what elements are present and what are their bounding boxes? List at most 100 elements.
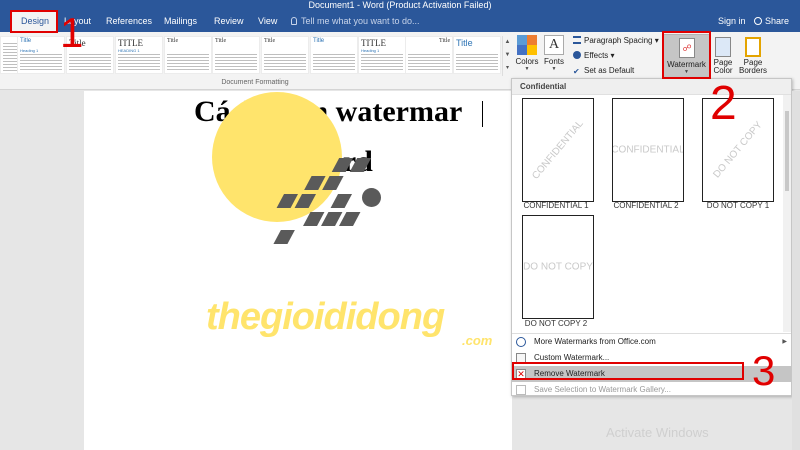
menu-label: Save Selection to Watermark Gallery...	[534, 385, 671, 394]
annotation-step-1: 1	[60, 9, 84, 56]
watermark-preview-text: CONFIDENTIAL	[530, 118, 586, 182]
share-button[interactable]: Share	[754, 10, 789, 32]
scrollbar-thumb[interactable]	[785, 111, 789, 191]
person-icon	[754, 17, 762, 25]
thumb-title: Title	[215, 38, 227, 44]
scroll-up-icon[interactable]: ▲	[503, 36, 512, 49]
paragraph-spacing-button[interactable]: Paragraph Spacing ▾	[573, 34, 659, 47]
thumb-lines	[20, 54, 62, 72]
title-bar: Document1 - Word (Product Activation Fai…	[0, 0, 800, 10]
style-thumb[interactable]: Title	[310, 36, 358, 74]
annotation-step-3: 3	[752, 347, 776, 394]
thumb-title: TITLE	[361, 38, 386, 48]
page-color-button[interactable]: Page Color	[710, 34, 736, 78]
thumb-lines	[264, 54, 306, 72]
annotation-box-watermark	[662, 31, 711, 79]
thumb-title: Title	[264, 38, 276, 44]
style-thumb[interactable]: Title Heading 1	[17, 36, 65, 74]
thumb-lines	[408, 54, 450, 72]
style-thumb[interactable]: Title	[453, 36, 501, 74]
chevron-down-icon: ▼	[551, 66, 557, 72]
annotation-box-remove	[512, 362, 744, 380]
watermark-option-confidential-1[interactable]: CONFIDENTIAL	[522, 98, 594, 202]
dropdown-scrollbar[interactable]	[783, 95, 791, 332]
menu-more-watermarks[interactable]: More Watermarks from Office.com ▶	[512, 334, 791, 350]
effects-icon	[573, 51, 581, 59]
thumb-heading: HEADING 1	[118, 48, 140, 53]
effects-label: Effects	[584, 51, 609, 60]
word-window: Document1 - Word (Product Activation Fai…	[0, 0, 800, 450]
logo-suffix: .com	[462, 333, 493, 348]
page-borders-button[interactable]: Page Borders	[737, 34, 769, 78]
checkmark-icon: ✔	[573, 67, 580, 76]
style-thumb[interactable]: Title	[261, 36, 309, 74]
page-borders-label: Page Borders	[737, 59, 769, 75]
page-color-icon	[715, 37, 731, 57]
thumb-lines	[167, 54, 209, 72]
paragraph-spacing-icon	[573, 36, 581, 44]
sign-in-link[interactable]: Sign in	[718, 10, 746, 32]
set-as-default-button[interactable]: ✔ Set as Default	[573, 64, 634, 77]
page-borders-line2: Borders	[738, 66, 767, 75]
annotation-box-design	[10, 10, 58, 33]
fonts-label: Fonts	[543, 57, 564, 66]
page-color-line2: Color	[713, 66, 733, 75]
colors-label: Colors	[515, 57, 539, 66]
tab-review[interactable]: Review	[214, 10, 244, 32]
thumb-title: TITLE	[118, 38, 143, 48]
group-label: Document Formatting	[221, 79, 289, 86]
menu-save-selection: Save Selection to Watermark Gallery...	[512, 382, 791, 396]
tab-view[interactable]: View	[258, 10, 277, 32]
watermark-option-confidential-2[interactable]: CONFIDENTIAL	[612, 98, 684, 202]
watermark-option-label: DO NOT COPY 2	[524, 319, 588, 328]
font-icon: A	[544, 35, 564, 55]
annotation-step-2: 2	[710, 77, 737, 130]
chevron-down-icon: ▼	[524, 66, 530, 72]
share-label: Share	[765, 16, 790, 26]
style-thumb[interactable]: TITLE HEADING 1	[115, 36, 163, 74]
thumb-title: Title	[167, 38, 179, 44]
style-thumb[interactable]: Title	[405, 36, 453, 74]
watermark-option-label: CONFIDENTIAL 2	[613, 201, 679, 210]
logo-text: thegioididong	[206, 296, 445, 338]
logo-dot	[362, 188, 381, 207]
chevron-right-icon: ▶	[782, 339, 787, 345]
globe-icon	[516, 337, 526, 347]
effects-button[interactable]: Effects ▾	[573, 49, 615, 62]
logo-mark-icon	[273, 158, 372, 244]
watermark-dropdown: Confidential CONFIDENTIAL CONFIDENTIAL 1…	[511, 78, 792, 396]
style-thumb[interactable]: Title	[164, 36, 212, 74]
style-thumb[interactable]: TITLE Heading 1	[358, 36, 406, 74]
thumb-title: Title	[456, 38, 473, 48]
dropdown-section-header: Confidential	[512, 79, 791, 95]
activate-windows-watermark: Activate Windows	[606, 425, 709, 440]
colors-button[interactable]: Colors ▼	[514, 34, 540, 78]
watermark-option-do-not-copy-2[interactable]: DO NOT COPY	[522, 215, 594, 319]
thumb-heading: Heading 1	[361, 48, 380, 53]
scroll-down-icon[interactable]: ▼	[503, 49, 512, 62]
thumb-lines	[456, 54, 498, 72]
thumb-lines	[361, 54, 403, 72]
page-borders-icon	[745, 37, 761, 57]
thumb-lines	[118, 54, 160, 72]
thumb-lines	[69, 54, 111, 72]
ribbon-tabs: Design Layout References Mailings Review…	[0, 10, 800, 32]
fonts-button[interactable]: A Fonts ▼	[541, 34, 567, 78]
gallery-scroll[interactable]: ▲ ▼ ▾	[502, 36, 512, 76]
tell-me-box[interactable]: Tell me what you want to do...	[291, 10, 420, 32]
thumb-lines	[215, 54, 257, 72]
watermark-preview-text: DO NOT COPY	[523, 261, 593, 273]
gallery-more-icon[interactable]: ▾	[503, 62, 512, 75]
watermark-option-label: DO NOT COPY 1	[706, 201, 770, 210]
tell-me-text: Tell me what you want to do...	[301, 16, 420, 26]
menu-label: Custom Watermark...	[534, 353, 610, 362]
style-thumb[interactable]: Title	[212, 36, 260, 74]
menu-label: More Watermarks from Office.com	[534, 337, 656, 346]
vertical-scrollbar[interactable]	[792, 91, 800, 450]
tab-mailings[interactable]: Mailings	[164, 10, 197, 32]
tab-references[interactable]: References	[106, 10, 152, 32]
lightbulb-icon	[291, 17, 297, 25]
text-cursor	[482, 101, 483, 127]
watermark-option-label: CONFIDENTIAL 1	[523, 201, 589, 210]
window-title: Document1 - Word (Product Activation Fai…	[308, 0, 492, 10]
